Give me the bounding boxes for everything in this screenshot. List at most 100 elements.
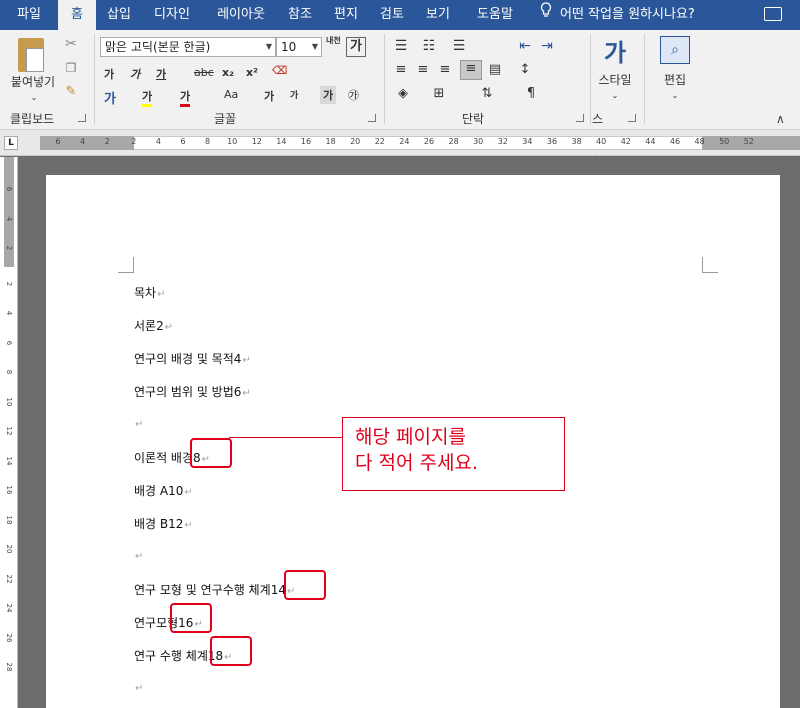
underline-button[interactable]: 가 xyxy=(156,66,166,82)
subscript-button[interactable]: x₂ xyxy=(222,66,234,79)
vertical-ruler-number: 4 xyxy=(5,216,13,221)
superscript-button[interactable]: x² xyxy=(246,66,258,79)
increase-indent-icon[interactable]: ⇥ xyxy=(538,38,556,54)
annotation-arrow-line xyxy=(229,437,359,438)
tab-layout[interactable]: 레이아웃 xyxy=(208,0,274,30)
font-color-icon[interactable]: 가 xyxy=(180,88,191,107)
styles-button[interactable]: 스타일 xyxy=(590,72,640,88)
ruler-number: 34 xyxy=(522,137,533,146)
sort-icon[interactable]: ⇅ xyxy=(478,86,496,102)
chevron-down-icon: ▼ xyxy=(311,42,318,51)
editing-button[interactable]: 편집 xyxy=(650,72,700,88)
tab-home[interactable]: 홈 xyxy=(58,0,96,30)
clipboard-group: 붙여넣기 ⌄ ✂ ❐ ✎ 클립보드 xyxy=(0,30,92,130)
tab-view[interactable]: 보기 xyxy=(418,0,458,30)
tab-mailings[interactable]: 편지 xyxy=(326,0,366,30)
line-spacing-icon[interactable]: ↕ xyxy=(516,62,534,78)
clear-formatting-icon[interactable]: ⌫ xyxy=(272,64,288,77)
shading-icon[interactable]: ◈ xyxy=(394,86,412,102)
ruler-number: 52 xyxy=(743,137,754,146)
vertical-ruler[interactable]: 6 4 2 2 4 6 8 10 12 14 16 18 20 22 24 26 28 xyxy=(0,157,18,708)
toc-line-empty[interactable]: ↵ xyxy=(134,680,143,694)
paste-dropdown-icon[interactable]: ⌄ xyxy=(26,90,42,106)
clipboard-launcher-icon[interactable] xyxy=(78,114,86,122)
toc-line[interactable]: 목차↵ xyxy=(134,284,165,301)
tab-insert[interactable]: 삽입 xyxy=(100,0,138,30)
align-right-icon[interactable]: ≡ xyxy=(436,62,454,78)
character-border-button[interactable]: 가 xyxy=(346,37,366,57)
page-number-highlight xyxy=(284,570,326,600)
paragraph-launcher-icon[interactable] xyxy=(576,114,584,122)
vertical-ruler-number: 22 xyxy=(5,574,13,583)
vertical-ruler-number: 6 xyxy=(5,340,13,345)
comments-icon[interactable] xyxy=(764,7,782,21)
distributed-icon[interactable]: ▤ xyxy=(486,62,504,78)
tab-references[interactable]: 참조 xyxy=(280,0,320,30)
justify-icon[interactable]: ≡ xyxy=(460,60,482,80)
paste-icon[interactable] xyxy=(18,38,44,72)
horizontal-ruler[interactable]: L 6 4 2 2 4 6 8 10 12 14 16 18 20 22 24 26 28 30 32 34 36 38 4… xyxy=(0,130,800,156)
tab-design[interactable]: 디자인 xyxy=(146,0,198,30)
toc-line[interactable]: 연구 모형 및 연구수행 체계14↵ xyxy=(134,581,295,598)
page-number-highlight xyxy=(210,636,252,666)
chevron-down-icon[interactable]: ⌄ xyxy=(668,88,682,104)
ruler-number: 42 xyxy=(620,137,631,146)
shrink-font-button[interactable]: 가 xyxy=(290,88,298,101)
styles-launcher-icon[interactable] xyxy=(628,114,636,122)
cut-icon[interactable]: ✂ xyxy=(62,36,80,52)
toc-line[interactable]: 연구의 배경 및 목적4↵ xyxy=(134,350,251,367)
tab-review[interactable]: 검토 xyxy=(372,0,412,30)
change-case-button[interactable]: Aa xyxy=(224,88,238,101)
highlight-color-icon[interactable]: 가 xyxy=(142,88,153,107)
text-effects-icon[interactable]: 가 xyxy=(104,88,116,107)
tab-file[interactable]: 파일 xyxy=(8,0,50,30)
enclose-characters-button[interactable]: ㉮ xyxy=(348,87,359,103)
numbering-icon[interactable]: ☷ xyxy=(420,38,438,54)
ruler-number: 24 xyxy=(399,137,410,146)
toc-line[interactable]: 배경 A10↵ xyxy=(134,482,193,499)
format-painter-icon[interactable]: ✎ xyxy=(62,84,80,100)
ruler-number: 20 xyxy=(350,137,361,146)
borders-icon[interactable]: ⊞ xyxy=(430,86,448,102)
show-marks-icon[interactable]: ¶ xyxy=(522,86,540,102)
ribbon-home: 붙여넣기 ⌄ ✂ ❐ ✎ 클립보드 맑은 고딕(본문 한글) ▼ 10 ▼ 내천 가… xyxy=(0,30,800,160)
toc-line[interactable]: 배경 B12↵ xyxy=(134,515,193,532)
tab-help[interactable]: 도움말 xyxy=(468,0,522,30)
multilevel-list-icon[interactable]: ☰ xyxy=(450,38,468,54)
search-icon[interactable]: ⌕ xyxy=(660,36,690,64)
phonetic-guide-button[interactable]: 내천 xyxy=(326,36,342,45)
decrease-indent-icon[interactable]: ⇤ xyxy=(516,38,534,54)
toc-line-empty[interactable]: ↵ xyxy=(134,548,143,562)
bold-button[interactable]: 가 xyxy=(104,66,114,82)
tab-selector-icon[interactable]: L xyxy=(4,136,18,150)
ruler-number: 30 xyxy=(473,137,484,146)
toc-line[interactable]: 서론2↵ xyxy=(134,317,173,334)
italic-button[interactable]: 가 xyxy=(130,66,140,82)
document-area[interactable]: 목차↵ 서론2↵ 연구의 배경 및 목적4↵ 연구의 범위 및 방법6↵ ↵ 이… xyxy=(18,157,800,708)
toc-line-empty[interactable]: ↵ xyxy=(134,416,143,430)
tell-me-search[interactable]: 어떤 작업을 원하시나요? xyxy=(540,0,695,30)
paste-button[interactable]: 붙여넣기 xyxy=(6,74,60,90)
group-divider xyxy=(94,34,95,124)
character-shading-button[interactable]: 가 xyxy=(320,86,337,104)
font-group-label: 글꼴 xyxy=(214,112,237,126)
collapse-ribbon-icon[interactable]: ∧ xyxy=(776,112,785,126)
vertical-ruler-number: 4 xyxy=(5,310,13,316)
copy-icon[interactable]: ❐ xyxy=(62,60,80,76)
ruler-number: 8 xyxy=(205,137,211,146)
toc-line[interactable]: 연구의 범위 및 방법6↵ xyxy=(134,383,251,400)
font-size-select[interactable]: 10 ▼ xyxy=(276,37,322,57)
font-launcher-icon[interactable] xyxy=(368,114,376,122)
align-center-icon[interactable]: ≡ xyxy=(414,62,432,78)
strikethrough-button[interactable]: abc xyxy=(194,66,214,79)
document-page[interactable]: 목차↵ 서론2↵ 연구의 배경 및 목적4↵ 연구의 범위 및 방법6↵ ↵ 이… xyxy=(46,175,780,708)
align-left-icon[interactable]: ≡ xyxy=(392,62,410,78)
chevron-down-icon[interactable]: ⌄ xyxy=(608,88,622,104)
grow-font-button[interactable]: 가 xyxy=(264,88,274,104)
font-name-select[interactable]: 맑은 고딕(본문 한글) ▼ xyxy=(100,37,276,57)
vertical-ruler-number: 28 xyxy=(5,662,13,672)
ruler-number: 36 xyxy=(546,137,558,146)
styles-icon[interactable]: 가 xyxy=(600,38,630,68)
bullets-icon[interactable]: ☰ xyxy=(392,38,410,54)
font-group: 맑은 고딕(본문 한글) ▼ 10 ▼ 내천 가 가 가 가 abc x₂ x² ⌫… xyxy=(96,30,382,130)
